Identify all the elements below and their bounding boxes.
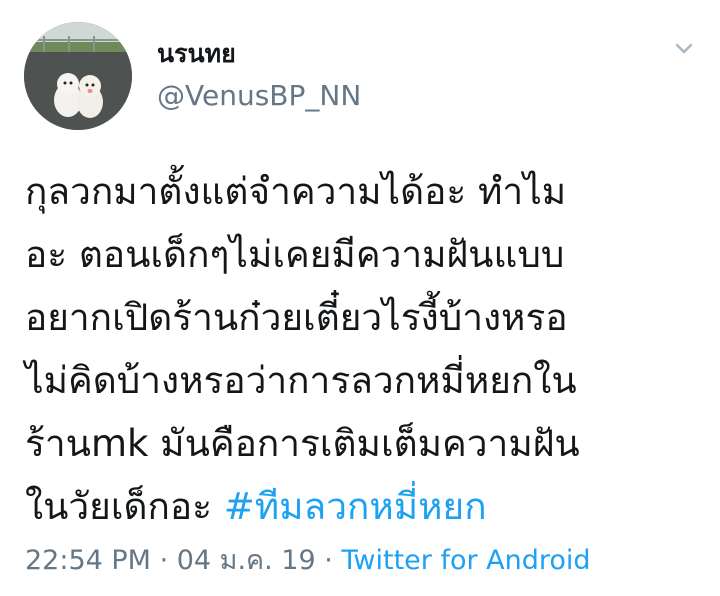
meta-separator: · (315, 545, 342, 576)
user-handle[interactable]: @VenusBP_NN (157, 79, 361, 112)
avatar-photo (24, 22, 132, 130)
chevron-down-icon[interactable] (668, 34, 700, 62)
display-name[interactable]: นรนทย (157, 34, 236, 74)
tweet-text-content: กุลวกมาตั้งแต่จำความได้อะ ทำไม อะ ตอนเด็… (25, 170, 580, 528)
meta-separator: · (150, 545, 177, 576)
tweet-text: กุลวกมาตั้งแต่จำความได้อะ ทำไม อะ ตอนเด็… (25, 160, 705, 538)
tweet-date: 04 ม.ค. 19 (176, 545, 316, 576)
avatar[interactable] (24, 22, 132, 130)
tweet-meta: 22:54 PM · 04 ม.ค. 19 · Twitter for Andr… (25, 538, 591, 581)
source-link[interactable]: Twitter for Android (341, 545, 590, 576)
tweet-time: 22:54 PM (25, 545, 151, 576)
hashtag-link[interactable]: #ทีมลวกหมี่หยก (224, 485, 487, 528)
